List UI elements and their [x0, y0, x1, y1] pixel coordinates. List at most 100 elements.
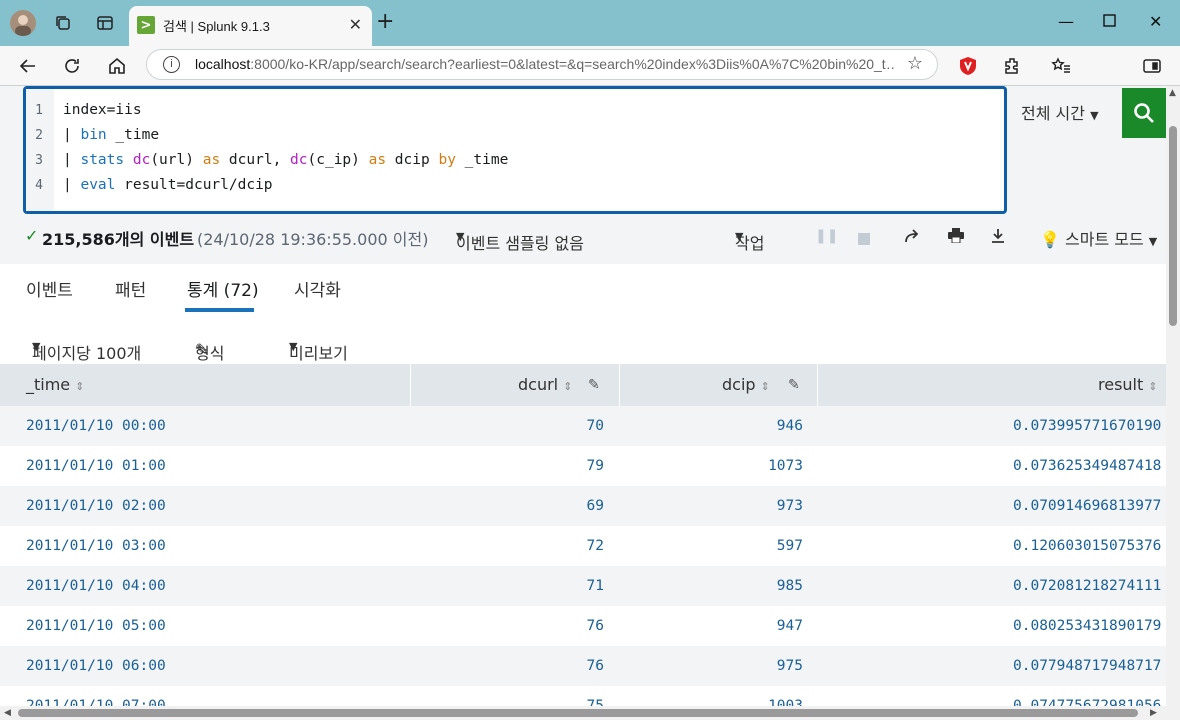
workspaces-icon[interactable]	[52, 12, 74, 34]
table-row[interactable]: 2011/01/10 03:00 72 597 0.120603015075376	[0, 526, 1166, 566]
cell-time[interactable]: 2011/01/10 04:00	[26, 566, 166, 606]
table-row[interactable]: 2011/01/10 07:00 75 1003 0.074775672981056	[0, 686, 1166, 706]
splunk-favicon-icon: >	[137, 16, 155, 34]
cell-time[interactable]: 2011/01/10 03:00	[26, 526, 166, 566]
browser-tab-active[interactable]: > 검색 | Splunk 9.1.3 ✕	[129, 6, 372, 46]
address-toolbar: i localhost:8000/ko-KR/app/search/search…	[0, 46, 1180, 86]
query-token: dcip	[386, 152, 439, 168]
pencil-icon[interactable]: ✎	[788, 364, 800, 406]
header-time[interactable]: _time ⇕	[26, 364, 84, 406]
table-row[interactable]: 2011/01/10 06:00 76 975 0.077948717948717	[0, 646, 1166, 686]
minimize-icon[interactable]: —	[1058, 12, 1074, 31]
header-dcip[interactable]: dcip ⇕	[722, 364, 770, 406]
cell-dcip[interactable]: 1003	[620, 686, 803, 706]
new-tab-button[interactable]: +	[376, 11, 394, 33]
site-info-icon[interactable]: i	[163, 56, 180, 73]
cell-result[interactable]: 0.072081218274111	[1013, 566, 1166, 606]
cell-dcurl[interactable]: 75	[412, 686, 604, 706]
line-number: 4	[35, 178, 43, 193]
cell-dcurl[interactable]: 79	[412, 446, 604, 486]
query-text[interactable]: index=iis	[63, 98, 142, 123]
table-row[interactable]: 2011/01/10 00:00 70 946 0.073995771670190	[0, 406, 1166, 446]
vertical-scroll-thumb[interactable]	[1169, 126, 1177, 326]
query-text[interactable]: | bin _time	[63, 123, 159, 148]
cell-result[interactable]: 0.070914696813977	[1013, 486, 1166, 526]
search-button[interactable]	[1122, 88, 1166, 138]
maximize-icon[interactable]	[1103, 12, 1116, 31]
header-result[interactable]: result ⇕	[1098, 364, 1158, 406]
cell-dcurl[interactable]: 71	[412, 566, 604, 606]
cell-result[interactable]: 0.077948717948717	[1013, 646, 1166, 686]
cell-dcip[interactable]: 1073	[620, 446, 803, 486]
close-window-icon[interactable]: ✕	[1149, 12, 1162, 31]
sidebar-toggle-icon[interactable]	[1138, 52, 1166, 80]
query-text[interactable]: | eval result=dcurl/dcip	[63, 173, 273, 198]
tab-statistics[interactable]: 통계 (72)	[187, 276, 259, 301]
export-icon[interactable]	[991, 228, 1005, 247]
cell-result[interactable]: 0.073995771670190	[1013, 406, 1166, 446]
cell-dcurl[interactable]: 76	[412, 646, 604, 686]
cell-time[interactable]: 2011/01/10 02:00	[26, 486, 166, 526]
horizontal-scroll-thumb[interactable]	[18, 709, 1138, 717]
refresh-icon[interactable]	[58, 52, 86, 80]
line-number: 1	[35, 103, 43, 118]
time-range-picker[interactable]: 전체 시간 ▼	[1021, 100, 1099, 124]
query-text[interactable]: | stats dc(url) as dcurl, dc(c_ip) as dc…	[63, 148, 508, 173]
cell-result[interactable]: 0.073625349487418	[1013, 446, 1166, 486]
cell-dcip[interactable]: 597	[620, 526, 803, 566]
cell-time[interactable]: 2011/01/10 06:00	[26, 646, 166, 686]
query-token: result=dcurl/dcip	[115, 177, 273, 193]
tab-visualization[interactable]: 시각화	[294, 276, 341, 301]
table-row[interactable]: 2011/01/10 02:00 69 973 0.070914696813977	[0, 486, 1166, 526]
share-icon[interactable]	[904, 228, 920, 247]
table-row[interactable]: 2011/01/10 05:00 76 947 0.080253431890179	[0, 606, 1166, 646]
favorites-list-icon[interactable]	[1047, 52, 1075, 80]
search-query-editor[interactable]: 1 index=iis 2 | bin _time 3 | stats dc(url) a…	[23, 86, 1007, 214]
smart-mode-dropdown[interactable]: 💡 스마트 모드 ▼	[1040, 226, 1157, 250]
query-token: eval	[80, 177, 116, 193]
cell-result[interactable]: 0.074775672981056	[1013, 686, 1166, 706]
print-icon[interactable]	[948, 228, 964, 247]
cell-dcip[interactable]: 975	[620, 646, 803, 686]
cell-dcip[interactable]: 985	[620, 566, 803, 606]
pencil-icon[interactable]: ✎	[588, 364, 600, 406]
tab-actions-icon[interactable]	[94, 12, 116, 34]
table-options-bar: 페이지당 100개 ▼ ✎ 형식 미리보기 ▼	[0, 312, 1166, 364]
cell-time[interactable]: 2011/01/10 01:00	[26, 446, 166, 486]
cell-result[interactable]: 0.120603015075376	[1013, 526, 1166, 566]
extension-red-icon[interactable]	[954, 52, 982, 80]
cell-time[interactable]: 2011/01/10 07:00	[26, 686, 166, 706]
job-status-bar: ✓ 215,586개의 이벤트 (24/10/28 19:36:55.000 이…	[25, 226, 1158, 253]
header-dcurl[interactable]: dcurl ⇕	[518, 364, 572, 406]
cell-dcip[interactable]: 946	[620, 406, 803, 446]
extensions-puzzle-icon[interactable]	[998, 52, 1026, 80]
url-text[interactable]: localhost:8000/ko-KR/app/search/search?e…	[195, 56, 895, 72]
horizontal-scrollbar[interactable]: ◀ ▶	[0, 706, 1180, 720]
query-token: index=iis	[63, 102, 142, 118]
tab-patterns[interactable]: 패턴	[115, 276, 146, 301]
cell-dcurl[interactable]: 70	[412, 406, 604, 446]
splunk-content: 1 index=iis 2 | bin _time 3 | stats dc(url) a…	[0, 86, 1166, 706]
close-tab-icon[interactable]: ✕	[349, 15, 362, 34]
url-bar[interactable]: i localhost:8000/ko-KR/app/search/search…	[146, 49, 938, 80]
tab-events[interactable]: 이벤트	[26, 276, 73, 301]
cell-result[interactable]: 0.080253431890179	[1013, 606, 1166, 646]
table-row[interactable]: 2011/01/10 01:00 79 1073 0.073625349487418	[0, 446, 1166, 486]
vertical-scrollbar[interactable]: ▲	[1166, 86, 1180, 706]
home-icon[interactable]	[103, 52, 131, 80]
cell-dcurl[interactable]: 69	[412, 486, 604, 526]
cell-dcurl[interactable]: 76	[412, 606, 604, 646]
cell-time[interactable]: 2011/01/10 05:00	[26, 606, 166, 646]
pause-icon[interactable]: ❚❚	[815, 228, 838, 244]
back-icon[interactable]	[14, 52, 42, 80]
cell-time[interactable]: 2011/01/10 00:00	[26, 406, 166, 446]
cell-dcurl[interactable]: 72	[412, 526, 604, 566]
query-token	[124, 152, 133, 168]
stop-icon[interactable]	[858, 230, 870, 249]
table-row[interactable]: 2011/01/10 04:00 71 985 0.072081218274111	[0, 566, 1166, 606]
cell-dcip[interactable]: 973	[620, 486, 803, 526]
favorite-star-icon[interactable]: ☆	[907, 53, 923, 74]
profile-avatar[interactable]	[10, 10, 36, 36]
cell-dcip[interactable]: 947	[620, 606, 803, 646]
check-icon: ✓	[25, 226, 39, 245]
